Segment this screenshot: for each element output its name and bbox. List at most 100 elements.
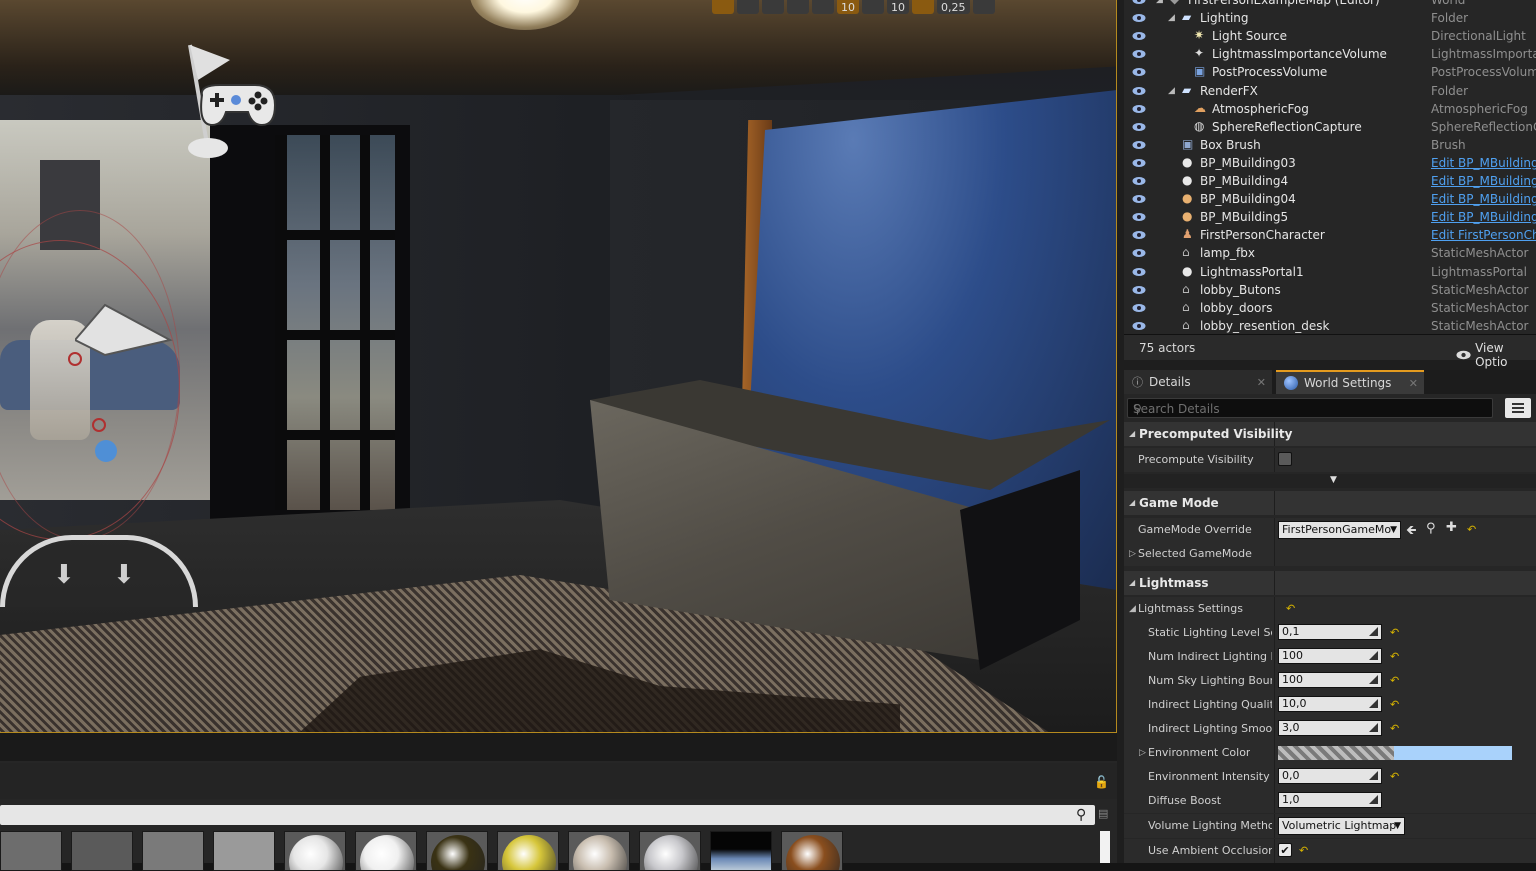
- lock-icon[interactable]: 🔓: [1094, 775, 1109, 789]
- browse-icon[interactable]: ⚲: [1426, 521, 1436, 536]
- splitter[interactable]: [1274, 621, 1275, 645]
- scale-snap-value[interactable]: 0,25: [937, 0, 970, 14]
- visibility-eye-icon[interactable]: [1132, 285, 1146, 295]
- thumb-2[interactable]: [71, 831, 133, 871]
- splitter[interactable]: [1274, 518, 1275, 542]
- close-icon[interactable]: ✕: [1409, 377, 1418, 390]
- visibility-eye-icon[interactable]: [1132, 194, 1146, 204]
- scale-snap-icon[interactable]: [912, 0, 934, 14]
- expand-arrow-icon[interactable]: ▷: [1139, 748, 1146, 758]
- drag-handle-icon[interactable]: [1369, 771, 1378, 780]
- thumb-4[interactable]: [213, 831, 275, 871]
- splitter[interactable]: [1274, 693, 1275, 717]
- expand-arrow-icon[interactable]: ◢: [1156, 0, 1163, 5]
- visibility-eye-icon[interactable]: [1132, 230, 1146, 240]
- splitter[interactable]: [1274, 765, 1275, 789]
- edit-blueprint-link[interactable]: Edit BP_MBuilding: [1431, 210, 1536, 224]
- surface-snap-button[interactable]: [812, 0, 834, 14]
- asset-search-input[interactable]: [0, 805, 1095, 825]
- outliner-row[interactable]: ● BP_MBuilding5 Edit BP_MBuilding: [1124, 208, 1536, 226]
- reset-to-default-icon[interactable]: ↶: [1390, 722, 1399, 735]
- translate-tool-button[interactable]: [712, 0, 734, 14]
- view-options-icon[interactable]: [1505, 398, 1531, 418]
- drag-handle-icon[interactable]: [1369, 699, 1378, 708]
- drag-handle-icon[interactable]: [1369, 723, 1378, 732]
- outliner-row[interactable]: ◍ SphereReflectionCapture SphereReflection…: [1124, 118, 1536, 136]
- outliner-row[interactable]: ✦ LightmassImportanceVolume LightmassImpor…: [1124, 45, 1536, 63]
- edit-blueprint-link[interactable]: Edit BP_MBuilding: [1431, 174, 1536, 188]
- reset-to-default-icon[interactable]: ↶: [1390, 626, 1399, 639]
- splitter[interactable]: [1274, 789, 1275, 813]
- outliner-row[interactable]: ⌂ lamp_fbx StaticMeshActor: [1124, 244, 1536, 262]
- visibility-eye-icon[interactable]: [1132, 212, 1146, 222]
- gamemode-override-dropdown[interactable]: FirstPersonGameMo ▼: [1278, 521, 1401, 539]
- outliner-row[interactable]: ♟ FirstPersonCharacter Edit FirstPersonCh: [1124, 226, 1536, 244]
- search-details-input[interactable]: Search Details ⚲: [1127, 398, 1493, 418]
- visibility-eye-icon[interactable]: [1132, 248, 1146, 258]
- use-ambient-occlusion-checkbox[interactable]: ✔: [1278, 843, 1292, 857]
- edit-blueprint-link[interactable]: Edit BP_MBuilding: [1431, 156, 1536, 170]
- expand-arrow-icon[interactable]: ◢: [1168, 86, 1175, 96]
- environment-color-picker[interactable]: [1278, 746, 1512, 760]
- plus-icon[interactable]: ✚: [1446, 520, 1457, 535]
- visibility-eye-icon[interactable]: [1132, 13, 1146, 23]
- splitter[interactable]: [1274, 448, 1275, 472]
- reset-to-default-icon[interactable]: ↶: [1286, 602, 1295, 615]
- drag-handle-icon[interactable]: [1369, 627, 1378, 636]
- reset-to-default-icon[interactable]: ↶: [1390, 698, 1399, 711]
- thumb-wood-sphere[interactable]: [781, 831, 843, 871]
- rotation-snap-icon[interactable]: [862, 0, 884, 14]
- outliner-row[interactable]: ● LightmassPortal1 LightmassPortal: [1124, 263, 1536, 281]
- visibility-eye-icon[interactable]: [1132, 158, 1146, 168]
- reset-to-default-icon[interactable]: ↶: [1390, 674, 1399, 687]
- thumb-white-sphere[interactable]: [284, 831, 346, 871]
- search-icon[interactable]: ⚲: [1076, 807, 1086, 823]
- category-lightmass[interactable]: ◢ Lightmass: [1124, 571, 1536, 595]
- prop-selected-gamemode[interactable]: ▷ Selected GameMode: [1124, 542, 1536, 566]
- reset-to-default-icon[interactable]: ↶: [1390, 650, 1399, 663]
- splitter[interactable]: [1274, 542, 1275, 566]
- diffuse-boost-input[interactable]: 1,0: [1278, 792, 1382, 808]
- precompute-visibility-checkbox[interactable]: [1278, 452, 1292, 466]
- outliner-row[interactable]: ✷ Light Source DirectionalLight: [1124, 27, 1536, 45]
- splitter[interactable]: [1274, 645, 1275, 669]
- scale-tool-button[interactable]: [762, 0, 784, 14]
- visibility-eye-icon[interactable]: [1132, 321, 1146, 331]
- view-options-button[interactable]: View Optio: [1456, 341, 1536, 369]
- outliner-row[interactable]: ⌂ lobby_resention_desk StaticMeshActor: [1124, 317, 1536, 334]
- environment-intensity-input[interactable]: 0,0: [1278, 768, 1382, 784]
- outliner-row[interactable]: ◢ ◆ FirstPersonExampleMap (Editor) World: [1124, 0, 1536, 9]
- outliner-row[interactable]: ● BP_MBuilding03 Edit BP_MBuilding: [1124, 154, 1536, 172]
- thumb-sky[interactable]: [710, 831, 772, 871]
- advanced-expander[interactable]: ▼: [1124, 474, 1536, 488]
- back-arrow-icon[interactable]: 🡸: [1406, 521, 1417, 543]
- outliner-row[interactable]: ▣ PostProcessVolume PostProcessVolum: [1124, 63, 1536, 81]
- category-precomputed-visibility[interactable]: ◢ Precomputed Visibility: [1124, 422, 1536, 446]
- world-local-button[interactable]: [787, 0, 809, 14]
- visibility-eye-icon[interactable]: [1132, 303, 1146, 313]
- splitter[interactable]: [1274, 491, 1275, 515]
- numeric-input[interactable]: 100: [1278, 648, 1382, 664]
- asset-scrollbar[interactable]: [1100, 831, 1110, 863]
- splitter[interactable]: [1274, 717, 1275, 741]
- expand-arrow-icon[interactable]: ◢: [1168, 13, 1175, 23]
- player-start-marker[interactable]: [95, 440, 117, 462]
- outliner-row[interactable]: ⌂ lobby_doors StaticMeshActor: [1124, 299, 1536, 317]
- category-game-mode[interactable]: ◢ Game Mode: [1124, 491, 1536, 515]
- edit-blueprint-link[interactable]: Edit BP_MBuilding: [1431, 192, 1536, 206]
- numeric-input[interactable]: 100: [1278, 672, 1382, 688]
- splitter[interactable]: [1274, 839, 1275, 863]
- splitter[interactable]: [1274, 422, 1275, 446]
- visibility-eye-icon[interactable]: [1132, 104, 1146, 114]
- reset-to-default-icon[interactable]: ↶: [1299, 844, 1308, 857]
- splitter[interactable]: [1274, 741, 1275, 765]
- thumb-3[interactable]: [142, 831, 204, 871]
- numeric-input[interactable]: 10,0: [1278, 696, 1382, 712]
- thumb-grey-sphere[interactable]: [639, 831, 701, 871]
- outliner-row[interactable]: ◢ ▰ Lighting Folder: [1124, 9, 1536, 27]
- thumb-gold-sphere[interactable]: [497, 831, 559, 871]
- drag-handle-icon[interactable]: [1369, 675, 1378, 684]
- splitter[interactable]: [1274, 597, 1275, 621]
- rotate-tool-button[interactable]: [737, 0, 759, 14]
- edit-blueprint-link[interactable]: Edit FirstPersonCh: [1431, 228, 1536, 242]
